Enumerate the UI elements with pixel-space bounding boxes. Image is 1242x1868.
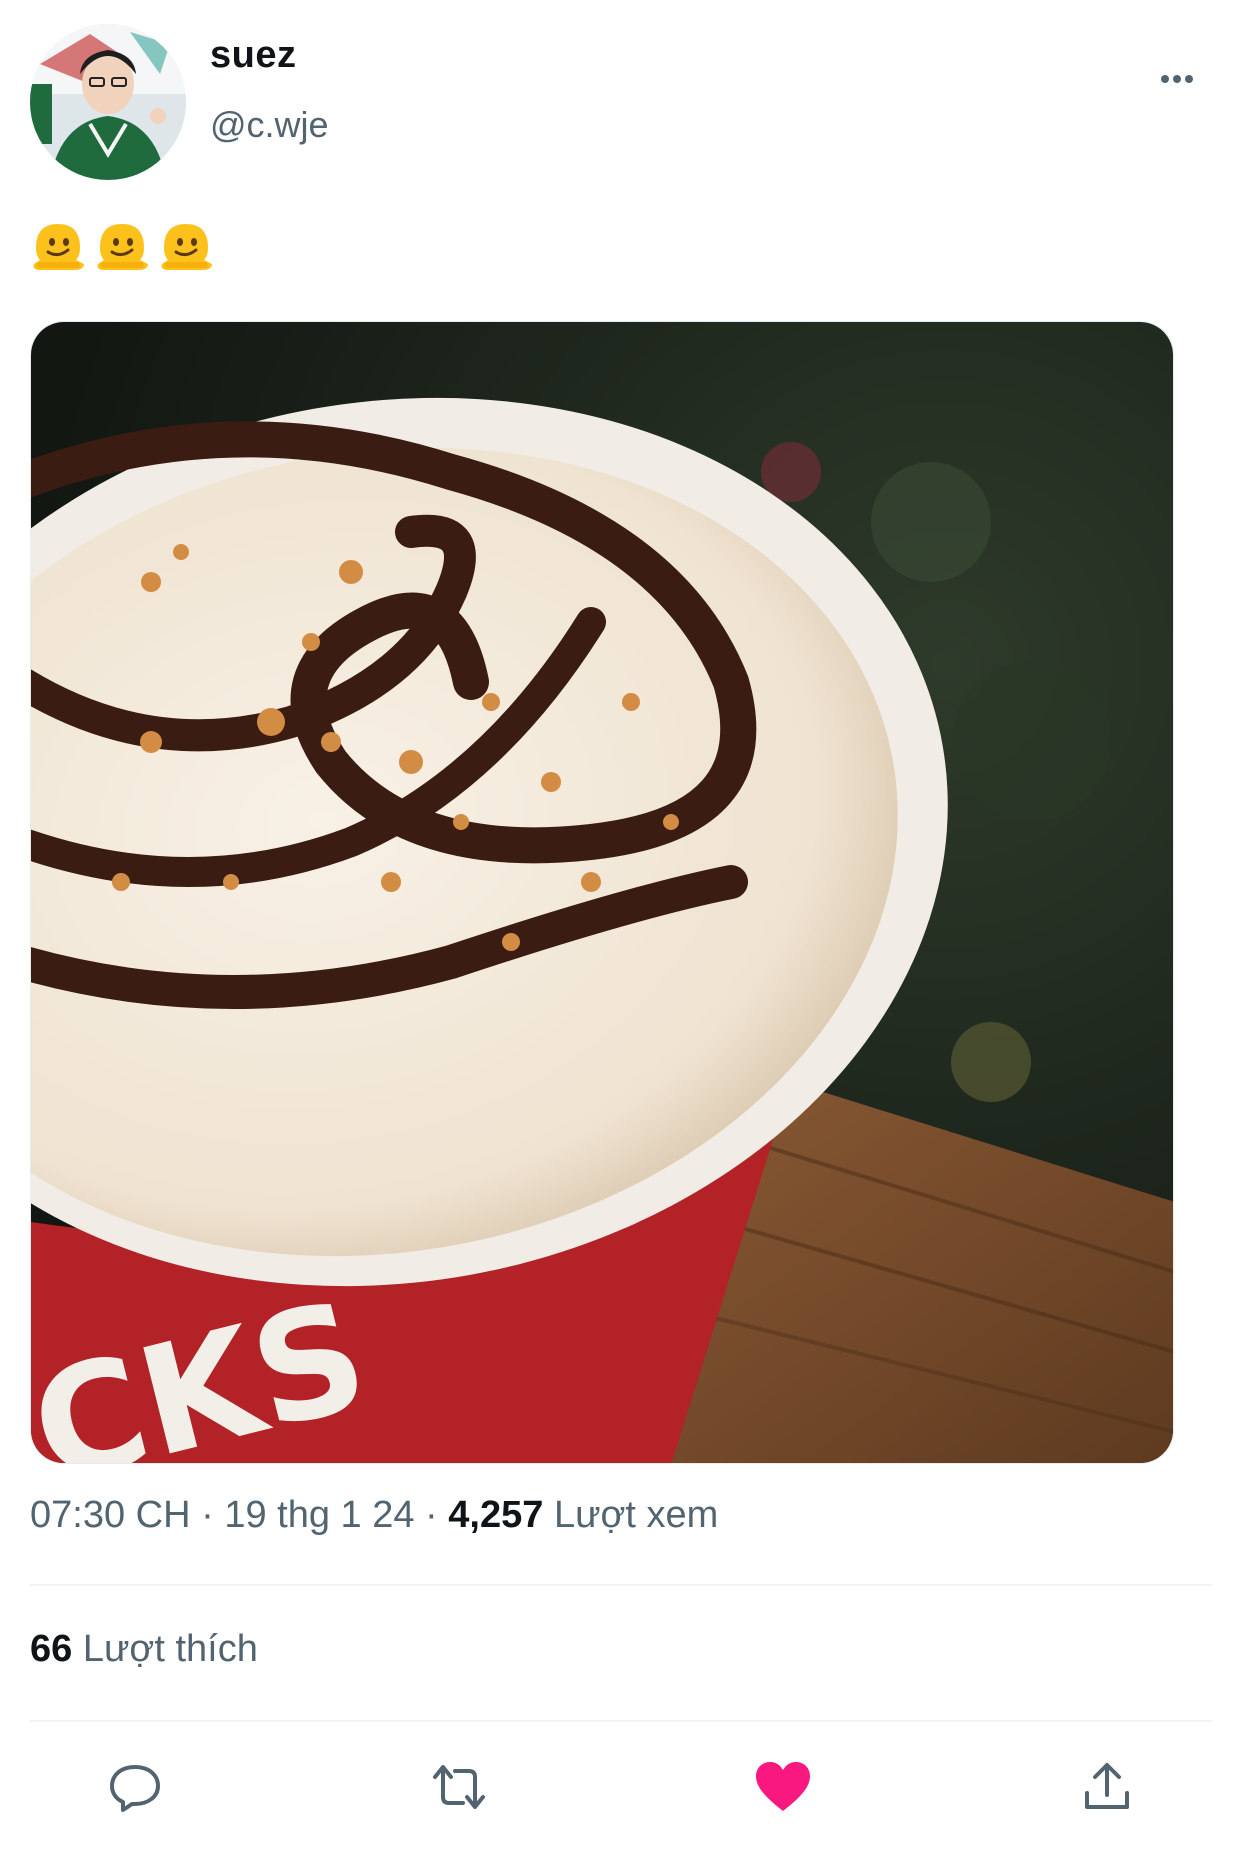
- share-icon: [1085, 1763, 1129, 1809]
- share-button[interactable]: [1072, 1752, 1142, 1822]
- user-handle[interactable]: @c.wje: [210, 104, 329, 146]
- reply-button[interactable]: [100, 1752, 170, 1822]
- reply-icon: [110, 1765, 160, 1812]
- tweet-header: suez @c.wje: [30, 24, 1212, 180]
- tweet-meta: 07:30 CH · 19 thg 1 24 · 4,257 Lượt xem: [30, 1494, 718, 1537]
- divider: [30, 1584, 1212, 1586]
- views-label: Lượt xem: [553, 1494, 719, 1536]
- retweet-button[interactable]: [424, 1752, 494, 1822]
- avatar[interactable]: [30, 24, 186, 180]
- drink-photo-illustration: CKS: [31, 322, 1173, 1463]
- retweet-icon: [433, 1765, 485, 1809]
- likes-count: 66: [30, 1628, 73, 1670]
- meta-separator: ·: [190, 1494, 225, 1536]
- tweet-text: [30, 218, 214, 274]
- melting-face-emoji: [33, 224, 84, 270]
- meta-separator: ·: [414, 1494, 449, 1536]
- more-dots-icon: [1161, 75, 1193, 83]
- tweet-date[interactable]: 19 thg 1 24: [224, 1494, 414, 1536]
- like-button[interactable]: [748, 1752, 818, 1822]
- divider: [30, 1720, 1212, 1722]
- likes-summary[interactable]: 66 Lượt thích: [30, 1628, 258, 1671]
- heart-filled-icon: [756, 1762, 810, 1811]
- display-name[interactable]: suez: [210, 34, 296, 77]
- more-options-button[interactable]: [1152, 64, 1202, 94]
- tweet-photo[interactable]: CKS: [30, 321, 1174, 1464]
- avatar-image: [30, 24, 186, 180]
- melting-face-emoji: [161, 224, 212, 270]
- tweet-action-bar: [0, 1752, 1242, 1822]
- tweet-time[interactable]: 07:30 CH: [30, 1494, 191, 1536]
- melting-face-emoji: [97, 224, 148, 270]
- views-count: 4,257: [448, 1494, 544, 1536]
- likes-label: Lượt thích: [82, 1628, 258, 1670]
